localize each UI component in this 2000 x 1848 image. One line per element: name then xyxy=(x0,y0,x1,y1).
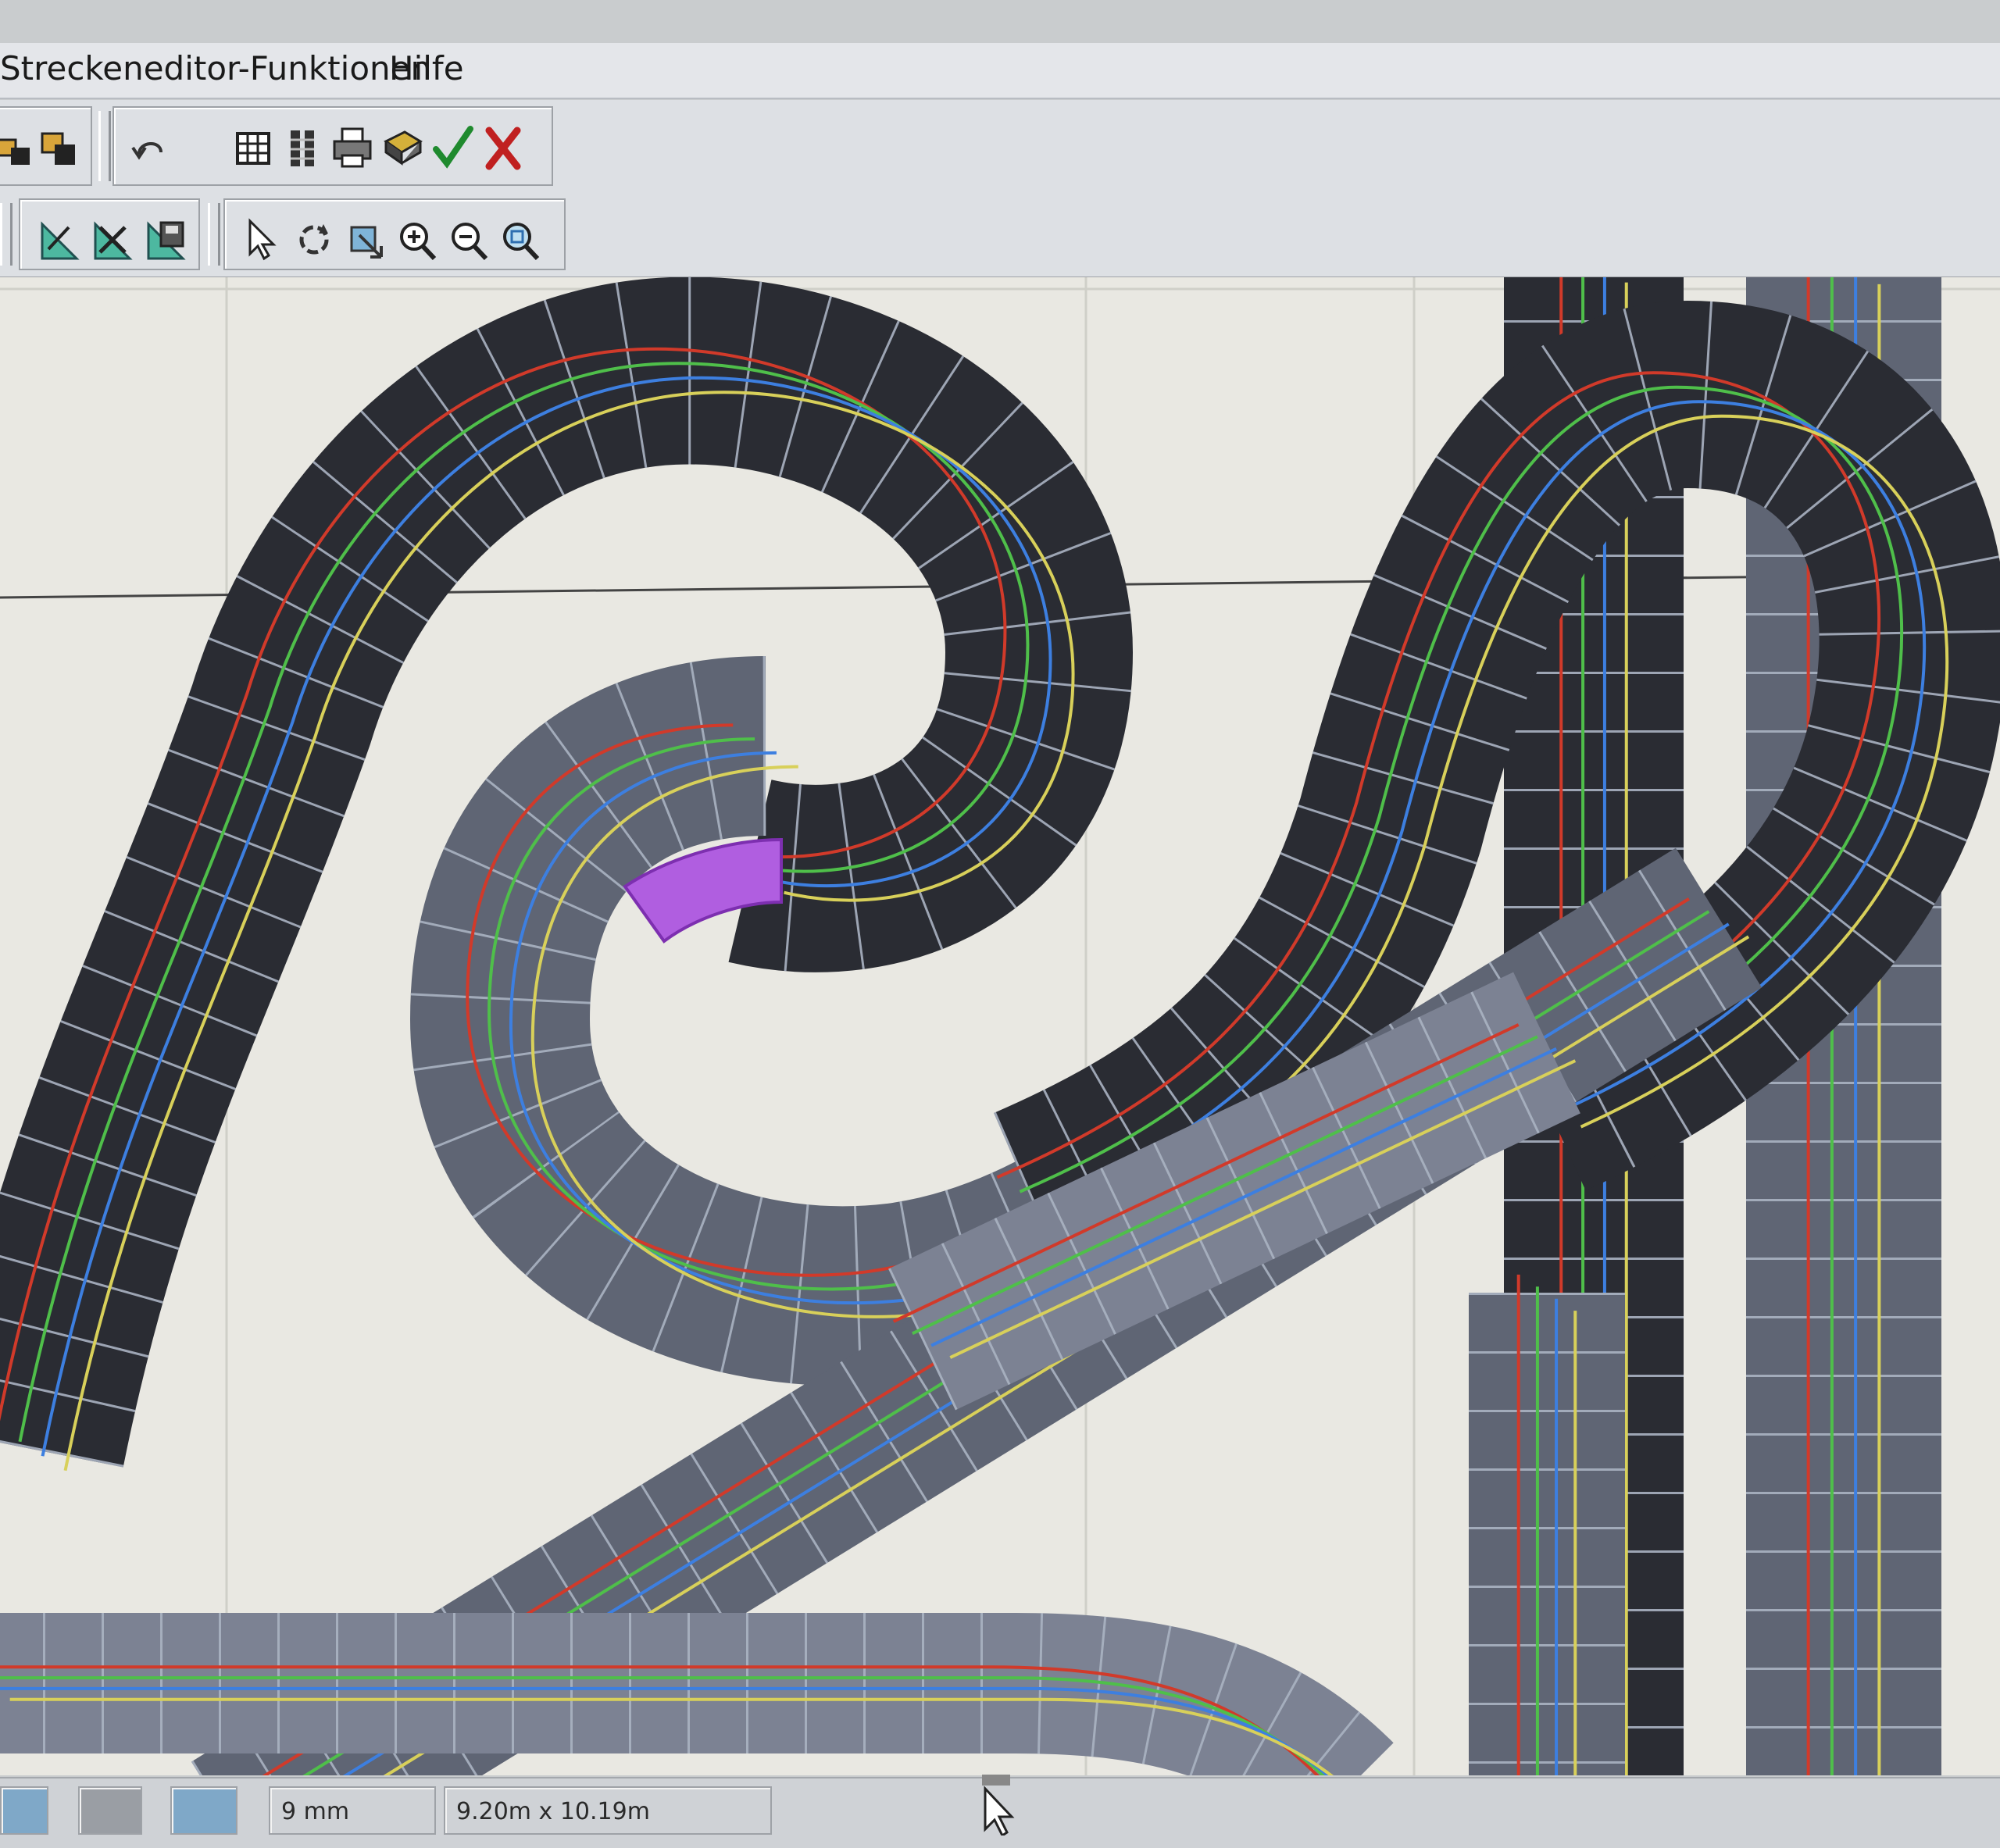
toolbar-grip[interactable] xyxy=(98,111,111,181)
triangle-edit-icon[interactable] xyxy=(36,212,83,267)
checkmark-icon[interactable] xyxy=(430,120,477,175)
triangle-delete-icon[interactable] xyxy=(89,212,136,267)
cancel-x-icon[interactable] xyxy=(480,120,527,175)
menu-hilfe[interactable]: Hilfe xyxy=(389,49,464,87)
menu-bar: Streckeneditor-Funktionen Hilfe xyxy=(0,43,2000,99)
mouse-cursor-icon xyxy=(982,1775,1015,1836)
track-canvas[interactable] xyxy=(0,277,2000,1775)
toolbar-grip[interactable] xyxy=(0,203,12,266)
pointer-icon[interactable] xyxy=(238,212,284,267)
print-icon[interactable] xyxy=(330,120,377,175)
menu-streckeneditor-funktionen[interactable]: Streckeneditor-Funktionen xyxy=(0,49,431,87)
toolbar-group-view xyxy=(223,198,566,270)
toolbar-group-edit xyxy=(0,106,92,186)
move-icon[interactable] xyxy=(342,212,389,267)
status-dimensions: 9.20m x 10.19m xyxy=(444,1786,772,1835)
track-layout-drawing[interactable] xyxy=(0,277,2000,1775)
toolbar-group-file xyxy=(112,106,553,186)
toolbar-group-triangle xyxy=(19,198,200,270)
toolbar-grip[interactable] xyxy=(208,203,220,266)
track-pieces-icon[interactable] xyxy=(280,120,327,175)
copy-blocks-icon[interactable] xyxy=(0,120,41,175)
status-indicator-2 xyxy=(78,1786,142,1835)
zoom-fit-icon[interactable] xyxy=(497,212,544,267)
zoom-out-icon[interactable] xyxy=(445,212,492,267)
undo-icon[interactable] xyxy=(125,120,172,175)
grid-icon[interactable] xyxy=(230,120,277,175)
status-indicator-1 xyxy=(0,1786,48,1835)
primary-toolbar xyxy=(0,100,2000,192)
zoom-in-icon[interactable] xyxy=(394,212,441,267)
status-grid-size: 9 mm xyxy=(269,1786,436,1835)
rotate-icon[interactable] xyxy=(291,212,338,267)
book-icon[interactable] xyxy=(380,120,427,175)
triangle-save-icon[interactable] xyxy=(142,212,189,267)
paste-blocks-icon[interactable] xyxy=(36,120,83,175)
status-indicator-3 xyxy=(170,1786,238,1835)
secondary-toolbar xyxy=(0,192,2000,279)
